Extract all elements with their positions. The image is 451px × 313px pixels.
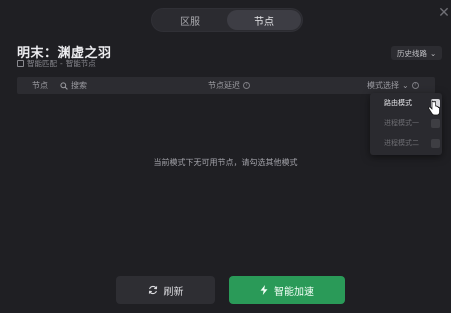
mode-select-label: 模式选择 [367,81,399,90]
route-icon [17,60,24,67]
hand-cursor-icon [428,100,440,116]
delay-info-icon[interactable]: ? [243,82,250,89]
chevron-down-icon: ⌄ [402,81,409,90]
delay-column-label: 节点延迟 [208,81,240,90]
tab-node[interactable]: 节点 [227,10,301,30]
mode-option-process-1[interactable]: 进程模式一 [384,117,440,129]
empty-state-message: 当前模式下无可用节点，请勾选其他模式 [153,158,298,167]
node-search[interactable]: 搜索 [60,77,87,94]
refresh-button[interactable]: 刷新 [116,276,215,304]
route-mode: 智能匹配 [27,59,57,68]
tab-region[interactable]: 区服 [153,10,227,30]
mode-select[interactable]: 模式选择 ⌄ ? [367,77,419,94]
history-route-label: 历史线路 [397,48,427,58]
smart-accelerate-label: 智能加速 [274,286,314,298]
mode-checkbox[interactable] [431,118,440,128]
delay-column-header[interactable]: 节点延迟 ? [208,77,250,94]
route-separator: - [60,59,63,68]
history-route-button[interactable]: 历史线路 ⌄ [391,46,443,60]
mode-help-icon[interactable]: ? [411,82,419,89]
route-node: 智能节点 [65,59,96,68]
current-route-info: 智能匹配 - 智能节点 [17,58,96,69]
search-input[interactable]: 搜索 [71,80,87,91]
mode-option-label: 进程模式一 [384,119,419,127]
search-icon [60,81,68,90]
refresh-icon [148,285,157,295]
close-icon[interactable]: ✕ [437,6,451,20]
mode-checkbox[interactable] [431,138,440,148]
mode-option-label: 进程模式二 [384,139,419,147]
mode-option-label: 路由模式 [384,99,412,107]
lightning-icon [260,285,268,295]
node-table-header: 节点 搜索 节点延迟 ? 模式选择 ⌄ ? [17,77,435,94]
refresh-label: 刷新 [163,286,184,298]
chevron-down-icon: ⌄ [430,48,437,58]
smart-accelerate-button[interactable]: 智能加速 [229,276,345,304]
region-node-toggle: 区服 节点 [151,8,303,32]
mode-option-process-2[interactable]: 进程模式二 [384,137,440,149]
node-column-header: 节点 [32,81,48,90]
